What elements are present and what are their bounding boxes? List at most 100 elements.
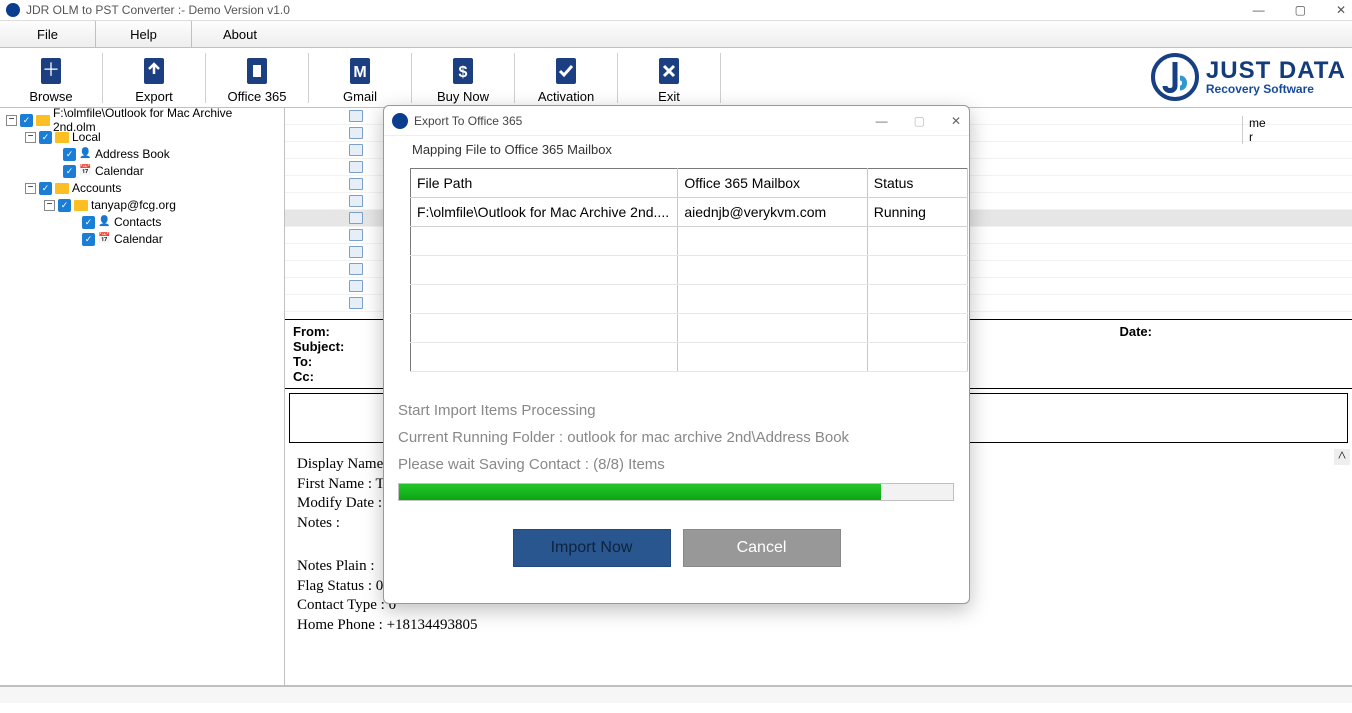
cell-file-path: F:\olmfile\Outlook for Mac Archive 2nd..…: [411, 198, 678, 227]
right-header-fragment: me r: [1242, 116, 1352, 144]
checkbox[interactable]: ✓: [82, 233, 95, 246]
contact-icon: [349, 280, 363, 292]
dialog-minimize-icon[interactable]: —: [876, 114, 888, 128]
mapping-legend: Mapping File to Office 365 Mailbox: [408, 142, 616, 157]
office365-icon: [241, 55, 273, 87]
contact-icon: [349, 127, 363, 139]
menu-file[interactable]: File: [0, 21, 96, 47]
maximize-icon[interactable]: ▢: [1295, 3, 1306, 17]
contact-icon: [349, 229, 363, 241]
app-icon: [392, 113, 408, 129]
toolbar-browse[interactable]: ＋ Browse: [0, 51, 102, 104]
toolbar-buy-now[interactable]: $ Buy Now: [412, 51, 514, 104]
tree-addressbook[interactable]: Address Book: [95, 147, 170, 161]
menu-about[interactable]: About: [192, 21, 288, 47]
export-office365-dialog: Export To Office 365 — ▢ ✕ Mapping File …: [383, 105, 970, 604]
status-bar: [0, 686, 1352, 703]
contact-icon: [349, 178, 363, 190]
dialog-title: Export To Office 365: [414, 114, 522, 128]
menu-bar: File Help About: [0, 21, 1352, 48]
scroll-up-icon[interactable]: ˄: [1334, 449, 1350, 465]
folder-icon: [55, 183, 69, 194]
tree-accounts[interactable]: Accounts: [72, 181, 121, 195]
dialog-close-icon[interactable]: ✕: [951, 114, 961, 128]
dollar-icon: $: [447, 55, 479, 87]
checkbox[interactable]: ✓: [63, 148, 76, 161]
tree-contacts[interactable]: Contacts: [114, 215, 161, 229]
progress-line2: Current Running Folder : outlook for mac…: [398, 429, 955, 446]
svg-text:M: M: [353, 64, 366, 81]
title-bar: JDR OLM to PST Converter :- Demo Version…: [0, 0, 1352, 21]
label-date: Date:: [1119, 324, 1152, 339]
expand-icon[interactable]: −: [44, 200, 55, 211]
app-icon: [6, 3, 20, 17]
checkbox[interactable]: ✓: [39, 131, 52, 144]
contact-icon: [349, 110, 363, 122]
mapping-groupbox: Mapping File to Office 365 Mailbox File …: [398, 150, 955, 390]
checkbox[interactable]: ✓: [39, 182, 52, 195]
col-status: Status: [867, 169, 967, 198]
label-subject: Subject:: [293, 339, 353, 354]
checkbox[interactable]: ✓: [20, 114, 33, 127]
window-title: JDR OLM to PST Converter :- Demo Version…: [26, 3, 290, 17]
file-plus-icon: ＋: [35, 55, 67, 87]
contacts-icon: 👤: [98, 216, 111, 229]
checkbox[interactable]: ✓: [63, 165, 76, 178]
calendar-icon: 📅: [98, 233, 111, 246]
folder-icon: [74, 200, 88, 211]
contacts-icon: 👤: [79, 148, 92, 161]
tree-calendar2[interactable]: Calendar: [114, 232, 163, 246]
toolbar-activation[interactable]: Activation: [515, 51, 617, 104]
tree-local[interactable]: Local: [72, 130, 101, 144]
export-icon: [138, 55, 170, 87]
progress-fill: [399, 484, 881, 500]
folder-tree[interactable]: −✓F:\olmfile\Outlook for Mac Archive 2nd…: [0, 108, 285, 685]
logo-icon: [1150, 52, 1200, 102]
toolbar-office365[interactable]: Office 365: [206, 51, 308, 104]
close-icon[interactable]: ✕: [1336, 3, 1346, 17]
toolbar-gmail[interactable]: M Gmail: [309, 51, 411, 104]
toolbar-export[interactable]: Export: [103, 51, 205, 104]
col-file-path: File Path: [411, 169, 678, 198]
col-mailbox: Office 365 Mailbox: [678, 169, 867, 198]
contact-icon: [349, 161, 363, 173]
progress-bar: [398, 483, 954, 501]
checkbox[interactable]: ✓: [82, 216, 95, 229]
contact-icon: [349, 144, 363, 156]
gmail-icon: M: [344, 55, 376, 87]
expand-icon[interactable]: −: [25, 183, 36, 194]
brand-logo: JUST DATA Recovery Software: [1150, 52, 1346, 102]
cell-mailbox: aiednjb@verykvm.com: [678, 198, 867, 227]
folder-icon: [36, 115, 50, 126]
svg-text:＋: ＋: [42, 60, 60, 80]
tree-calendar[interactable]: Calendar: [95, 164, 144, 178]
progress-line3: Please wait Saving Contact : (8/8) Items: [398, 456, 955, 473]
cancel-button[interactable]: Cancel: [683, 529, 841, 567]
toolbar: ＋ Browse Export Office 365 M Gmail $ Buy…: [0, 48, 1352, 108]
calendar-icon: 📅: [79, 165, 92, 178]
tree-email[interactable]: tanyap@fcg.org: [91, 198, 176, 212]
import-now-button[interactable]: Import Now: [513, 529, 671, 567]
dialog-maximize-icon: ▢: [914, 114, 925, 128]
progress-line1: Start Import Items Processing: [398, 402, 955, 419]
contact-icon: [349, 212, 363, 224]
toolbar-exit[interactable]: Exit: [618, 51, 720, 104]
cell-status: Running: [867, 198, 967, 227]
contact-icon: [349, 246, 363, 258]
folder-icon: [55, 132, 69, 143]
expand-icon[interactable]: −: [25, 132, 36, 143]
svg-text:$: $: [459, 64, 468, 81]
label-cc: Cc:: [293, 369, 353, 384]
expand-icon[interactable]: −: [6, 115, 17, 126]
table-row[interactable]: F:\olmfile\Outlook for Mac Archive 2nd..…: [411, 198, 968, 227]
minimize-icon[interactable]: —: [1253, 3, 1265, 17]
check-icon: [550, 55, 582, 87]
mapping-table: File Path Office 365 Mailbox Status F:\o…: [410, 168, 968, 372]
contact-icon: [349, 195, 363, 207]
menu-help[interactable]: Help: [96, 21, 192, 47]
contact-icon: [349, 263, 363, 275]
detail-home-phone: Home Phone : +18134493805: [297, 616, 1340, 636]
contact-icon: [349, 297, 363, 309]
label-to: To:: [293, 354, 353, 369]
checkbox[interactable]: ✓: [58, 199, 71, 212]
